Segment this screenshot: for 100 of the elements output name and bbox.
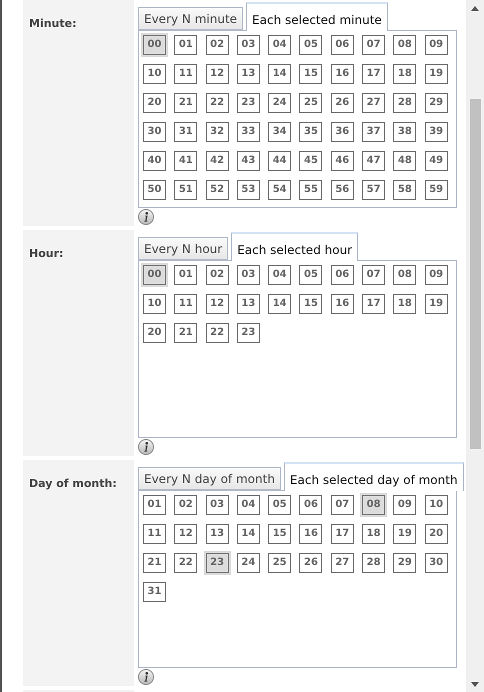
value-toggle[interactable]: 31 [143, 582, 166, 602]
value-toggle[interactable]: 41 [174, 151, 198, 171]
value-toggle[interactable]: 20 [424, 524, 448, 544]
value-toggle[interactable]: 22 [206, 93, 229, 113]
value-toggle[interactable]: 08 [393, 265, 416, 285]
value-toggle[interactable]: 14 [236, 524, 260, 544]
value-toggle[interactable]: 08 [362, 495, 386, 515]
value-toggle[interactable]: 04 [268, 35, 292, 55]
value-toggle[interactable]: 22 [174, 553, 198, 573]
value-toggle[interactable]: 35 [299, 122, 322, 142]
value-toggle[interactable]: 23 [236, 93, 260, 113]
value-toggle[interactable]: 15 [299, 64, 322, 84]
value-toggle[interactable]: 23 [206, 553, 229, 573]
value-toggle[interactable]: 01 [143, 495, 166, 515]
value-toggle[interactable]: 42 [206, 151, 229, 171]
tab[interactable]: Each selected minute [246, 2, 388, 31]
value-toggle[interactable]: 30 [424, 553, 448, 573]
value-toggle[interactable]: 57 [362, 180, 386, 200]
value-toggle[interactable]: 34 [268, 122, 292, 142]
value-toggle[interactable]: 03 [236, 265, 260, 285]
value-toggle[interactable]: 18 [362, 524, 386, 544]
value-toggle[interactable]: 49 [424, 151, 448, 171]
info-icon[interactable] [138, 669, 154, 685]
value-toggle[interactable]: 02 [206, 265, 229, 285]
value-toggle[interactable]: 31 [174, 122, 198, 142]
value-toggle[interactable]: 28 [393, 93, 416, 113]
value-toggle[interactable]: 24 [268, 93, 292, 113]
value-toggle[interactable]: 38 [393, 122, 416, 142]
value-toggle[interactable]: 48 [393, 151, 416, 171]
value-toggle[interactable]: 07 [362, 35, 386, 55]
value-toggle[interactable]: 09 [424, 265, 448, 285]
value-toggle[interactable]: 25 [299, 93, 322, 113]
value-toggle[interactable]: 52 [206, 180, 229, 200]
tab[interactable]: Each selected day of month [284, 462, 464, 491]
value-toggle[interactable]: 16 [330, 294, 354, 314]
value-toggle[interactable]: 13 [236, 64, 260, 84]
value-toggle[interactable]: 02 [206, 35, 229, 55]
value-toggle[interactable]: 21 [143, 553, 166, 573]
value-toggle[interactable]: 59 [424, 180, 448, 200]
value-toggle[interactable]: 10 [143, 64, 166, 84]
value-toggle[interactable]: 46 [330, 151, 354, 171]
value-toggle[interactable]: 29 [424, 93, 448, 113]
value-toggle[interactable]: 07 [362, 265, 386, 285]
value-toggle[interactable]: 06 [330, 265, 354, 285]
value-toggle[interactable]: 56 [330, 180, 354, 200]
value-toggle[interactable]: 11 [174, 64, 198, 84]
value-toggle[interactable]: 55 [299, 180, 322, 200]
value-toggle[interactable]: 19 [424, 64, 448, 84]
value-toggle[interactable]: 06 [299, 495, 322, 515]
info-icon[interactable] [138, 209, 154, 225]
value-toggle[interactable]: 25 [268, 553, 292, 573]
value-toggle[interactable]: 12 [206, 64, 229, 84]
value-toggle[interactable]: 14 [268, 294, 292, 314]
value-toggle[interactable]: 36 [330, 122, 354, 142]
value-toggle[interactable]: 20 [143, 93, 166, 113]
value-toggle[interactable]: 03 [206, 495, 229, 515]
scrollbar[interactable] [466, 0, 484, 692]
value-toggle[interactable]: 24 [236, 553, 260, 573]
value-toggle[interactable]: 05 [299, 35, 322, 55]
value-toggle[interactable]: 27 [362, 93, 386, 113]
value-toggle[interactable]: 16 [299, 524, 322, 544]
value-toggle[interactable]: 54 [268, 180, 292, 200]
value-toggle[interactable]: 53 [236, 180, 260, 200]
value-toggle[interactable]: 26 [299, 553, 322, 573]
value-toggle[interactable]: 12 [206, 294, 229, 314]
value-toggle[interactable]: 19 [424, 294, 448, 314]
value-toggle[interactable]: 05 [299, 265, 322, 285]
value-toggle[interactable]: 23 [236, 323, 260, 343]
value-toggle[interactable]: 13 [236, 294, 260, 314]
value-toggle[interactable]: 15 [299, 294, 322, 314]
value-toggle[interactable]: 17 [330, 524, 354, 544]
value-toggle[interactable]: 07 [330, 495, 354, 515]
value-toggle[interactable]: 10 [143, 294, 166, 314]
value-toggle[interactable]: 02 [174, 495, 198, 515]
value-toggle[interactable]: 28 [362, 553, 386, 573]
value-toggle[interactable]: 33 [236, 122, 260, 142]
value-toggle[interactable]: 50 [143, 180, 166, 200]
value-toggle[interactable]: 40 [143, 151, 166, 171]
value-toggle[interactable]: 04 [268, 265, 292, 285]
value-toggle[interactable]: 39 [424, 122, 448, 142]
value-toggle[interactable]: 22 [206, 323, 229, 343]
value-toggle[interactable]: 17 [362, 64, 386, 84]
tab[interactable]: Every N hour [138, 237, 228, 260]
value-toggle[interactable]: 29 [393, 553, 416, 573]
scroll-down-icon[interactable] [471, 682, 479, 687]
value-toggle[interactable]: 18 [393, 64, 416, 84]
value-toggle[interactable]: 00 [143, 265, 166, 285]
value-toggle[interactable]: 44 [268, 151, 292, 171]
value-toggle[interactable]: 19 [393, 524, 416, 544]
value-toggle[interactable]: 18 [393, 294, 416, 314]
value-toggle[interactable]: 08 [393, 35, 416, 55]
value-toggle[interactable]: 15 [268, 524, 292, 544]
value-toggle[interactable]: 01 [174, 35, 198, 55]
value-toggle[interactable]: 58 [393, 180, 416, 200]
value-toggle[interactable]: 12 [174, 524, 198, 544]
value-toggle[interactable]: 01 [174, 265, 198, 285]
tab[interactable]: Every N day of month [138, 467, 281, 490]
value-toggle[interactable]: 37 [362, 122, 386, 142]
value-toggle[interactable]: 51 [174, 180, 198, 200]
value-toggle[interactable]: 32 [206, 122, 229, 142]
